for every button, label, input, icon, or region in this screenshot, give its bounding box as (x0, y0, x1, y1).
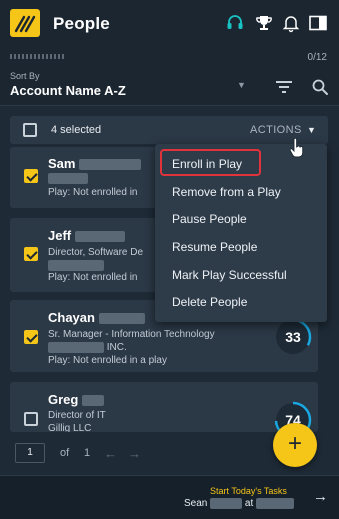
person-name: Greg (48, 392, 104, 407)
start-tasks-link[interactable]: Start Today's Tasks (210, 486, 287, 496)
next-page-icon[interactable]: → (128, 446, 141, 461)
menu-item-enroll-in-play[interactable]: Enroll in Play (172, 157, 242, 171)
page-number-input[interactable]: 1 (15, 443, 45, 463)
user-info: Sean at (184, 498, 295, 509)
hand-cursor-icon (289, 138, 304, 158)
person-status: Play: Not enrolled in a play (48, 355, 167, 366)
person-card[interactable]: Greg Director of IT Gillig LLC 74 (10, 382, 318, 432)
person-name: Chayan (48, 310, 145, 325)
progress-row: 0/12 (0, 46, 339, 66)
menu-item-mark-play-successful[interactable]: Mark Play Successful (172, 268, 287, 282)
sort-bar: Sort By Account Name A-Z ▼ (0, 66, 339, 106)
menu-item-resume-people[interactable]: Resume People (172, 240, 257, 254)
selected-count: 4 selected (51, 124, 102, 136)
person-redacted-line (48, 173, 88, 184)
menu-item-remove-from-play[interactable]: Remove from a Play (172, 185, 281, 199)
menu-item-pause-people[interactable]: Pause People (172, 212, 247, 226)
bulk-selection-bar: 4 selected ACTIONS ▼ (10, 116, 328, 144)
prev-page-icon[interactable]: ← (104, 446, 117, 461)
tasks-footer[interactable]: Start Today's Tasks Sean at → (0, 475, 339, 519)
sort-by-label: Sort By (10, 71, 40, 81)
person-company: Gillig LLC (48, 423, 92, 432)
person-company: INC. (48, 342, 127, 353)
app-logo[interactable] (10, 9, 40, 37)
search-icon[interactable] (311, 78, 329, 96)
page-of-label: of (60, 447, 70, 459)
person-redacted-line (48, 260, 104, 271)
filter-icon[interactable] (275, 79, 293, 95)
person-checkbox[interactable] (24, 412, 38, 426)
person-checkbox[interactable] (24, 169, 38, 183)
actions-caret-icon[interactable]: ▼ (307, 125, 316, 135)
person-checkbox[interactable] (24, 247, 38, 261)
engagement-score: 33 (273, 317, 313, 357)
progress-bar (10, 54, 64, 59)
sort-by-select[interactable]: Account Name A-Z (10, 83, 126, 98)
progress-count: 0/12 (307, 52, 327, 63)
person-title: Sr. Manager - Information Technology (48, 329, 215, 340)
person-status: Play: Not enrolled in (48, 187, 138, 198)
person-checkbox[interactable] (24, 330, 38, 344)
select-all-checkbox[interactable] (23, 123, 37, 137)
chevron-down-icon[interactable]: ▼ (237, 80, 246, 90)
plus-icon: + (287, 430, 302, 457)
actions-menu: Enroll in Play Remove from a Play Pause … (155, 144, 327, 322)
score-value: 33 (285, 329, 301, 345)
person-name: Jeff (48, 228, 125, 243)
page-total: 1 (84, 447, 91, 459)
add-person-button[interactable]: + (273, 423, 317, 467)
person-status: Play: Not enrolled in (48, 272, 138, 283)
actions-button[interactable]: ACTIONS (250, 124, 302, 136)
person-name: Sam (48, 156, 142, 171)
bell-icon[interactable] (281, 13, 301, 33)
menu-item-delete-people[interactable]: Delete People (172, 295, 247, 309)
arrow-right-icon[interactable]: → (313, 488, 328, 505)
trophy-icon[interactable] (254, 13, 274, 33)
headset-icon[interactable] (225, 13, 245, 33)
page-title: People (53, 14, 110, 33)
person-title: Director of IT (48, 410, 106, 421)
app-header: People (0, 0, 339, 46)
panel-toggle-icon[interactable] (308, 13, 328, 33)
person-title: Director, Software De (48, 247, 144, 258)
